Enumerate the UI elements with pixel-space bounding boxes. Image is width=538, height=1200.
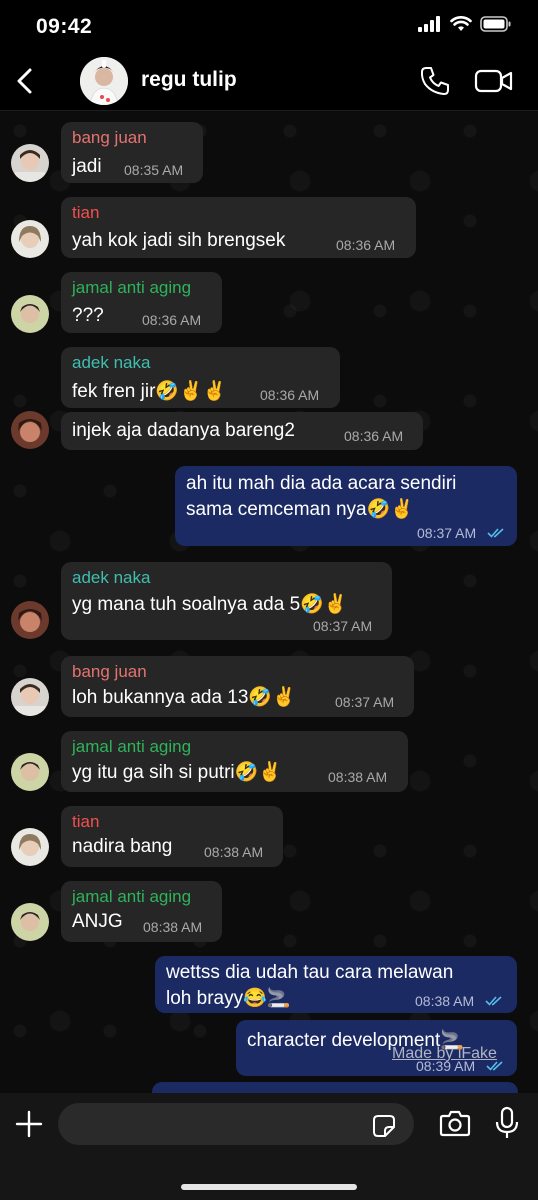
message-bubble[interactable]: tian yah kok jadi sih brengsek 08:36 AM [61, 197, 416, 258]
message-text: yg itu ga sih si putri🤣✌️ [72, 762, 282, 783]
input-bar [0, 1093, 538, 1200]
sender-name: tian [72, 203, 100, 222]
message-input[interactable] [58, 1103, 414, 1145]
message-bubble[interactable]: jamal anti aging yg itu ga sih si putri🤣… [61, 731, 408, 792]
message-time: 08:38 AM [415, 993, 475, 1009]
message-text: yg mana tuh soalnya ada 5🤣✌️ [72, 594, 348, 615]
message-time: 08:36 AM [260, 387, 320, 403]
sender-name: adek naka [72, 353, 151, 372]
message-time: 08:37 AM [417, 525, 477, 541]
group-title[interactable]: regu tulip [141, 68, 237, 92]
message-time: 08:37 AM [335, 694, 395, 710]
group-avatar[interactable] [80, 57, 128, 105]
sender-name: tian [72, 812, 100, 831]
avatar-jamal[interactable] [11, 753, 49, 791]
camera-icon[interactable] [439, 1108, 471, 1138]
message-text: nadira bang [72, 836, 173, 857]
message-text-line: sama cemceman nya🤣✌️ [186, 499, 414, 520]
message-time: 08:35 AM [124, 162, 184, 178]
avatar-bang-juan[interactable] [11, 144, 49, 182]
message-text: ??? [72, 305, 104, 326]
message-text: ANJG [72, 911, 123, 932]
message-time: 08:38 AM [143, 919, 203, 935]
message-text: yah kok jadi sih brengsek [72, 230, 286, 251]
avatar-bang-juan[interactable] [11, 678, 49, 716]
message-bubble[interactable]: adek naka fek fren jir🤣✌️✌️ 08:36 AM [61, 347, 340, 408]
message-bubble[interactable]: jamal anti aging ANJG 08:38 AM [61, 881, 222, 942]
message-text: loh bukannya ada 13🤣✌️ [72, 687, 296, 708]
message-bubble-outgoing-partial[interactable] [152, 1082, 518, 1093]
sticker-icon[interactable] [372, 1114, 396, 1138]
message-text-line: wettss dia udah tau cara melawan [166, 962, 454, 983]
message-bubble[interactable]: adek naka yg mana tuh soalnya ada 5🤣✌️ 0… [61, 562, 392, 640]
mic-icon[interactable] [494, 1106, 520, 1140]
message-time: 08:36 AM [142, 312, 202, 328]
sender-name: jamal anti aging [72, 887, 192, 906]
message-time: 08:36 AM [344, 428, 404, 444]
battery-icon [480, 16, 511, 32]
message-bubble-outgoing[interactable]: ah itu mah dia ada acara sendiri sama ce… [175, 466, 517, 546]
status-time: 09:42 [36, 15, 93, 38]
sender-name: adek naka [72, 568, 151, 587]
double-check-icon [487, 528, 504, 538]
message-bubble[interactable]: jamal anti aging ??? 08:36 AM [61, 272, 222, 333]
video-icon[interactable] [474, 66, 514, 96]
sender-name: jamal anti aging [72, 737, 192, 756]
sender-name: bang juan [72, 128, 147, 147]
message-time: 08:37 AM [313, 618, 373, 634]
message-text: injek aja dadanya bareng2 [72, 420, 295, 441]
chat-header: regu tulip [0, 52, 538, 111]
message-time: 08:38 AM [204, 844, 264, 860]
status-bar: 09:42 [0, 0, 538, 52]
avatar-adek-naka[interactable] [11, 411, 49, 449]
message-text: jadi [72, 156, 102, 177]
message-bubble[interactable]: bang juan jadi 08:35 AM [61, 122, 203, 183]
avatar-tian[interactable] [11, 220, 49, 258]
message-text-line: loh brayy😂🚬 [166, 988, 291, 1009]
back-chevron-icon[interactable] [12, 66, 42, 96]
message-time: 08:36 AM [336, 237, 396, 253]
message-bubble-outgoing[interactable]: wettss dia udah tau cara melawan loh bra… [155, 956, 517, 1013]
message-bubble[interactable]: tian nadira bang 08:38 AM [61, 806, 283, 867]
signal-icon [418, 16, 440, 32]
avatar-jamal[interactable] [11, 295, 49, 333]
watermark: Made by iFake [392, 1045, 497, 1062]
message-time: 08:38 AM [328, 769, 388, 785]
chat-area[interactable]: bang juan jadi 08:35 AM tian yah kok jad… [0, 111, 538, 1093]
wifi-icon [450, 16, 472, 31]
sender-name: bang juan [72, 662, 147, 681]
avatar-jamal[interactable] [11, 903, 49, 941]
home-indicator [181, 1184, 357, 1190]
message-text-line: ah itu mah dia ada acara sendiri [186, 473, 457, 494]
message-bubble[interactable]: bang juan loh bukannya ada 13🤣✌️ 08:37 A… [61, 656, 414, 717]
phone-icon[interactable] [418, 64, 452, 98]
plus-icon[interactable] [14, 1109, 44, 1139]
avatar-tian[interactable] [11, 828, 49, 866]
message-text: fek fren jir🤣✌️✌️ [72, 381, 227, 402]
sender-name: jamal anti aging [72, 278, 192, 297]
double-check-icon [485, 996, 502, 1006]
avatar-adek-naka[interactable] [11, 601, 49, 639]
status-icons [418, 16, 512, 32]
message-bubble[interactable]: injek aja dadanya bareng2 08:36 AM [61, 412, 423, 450]
